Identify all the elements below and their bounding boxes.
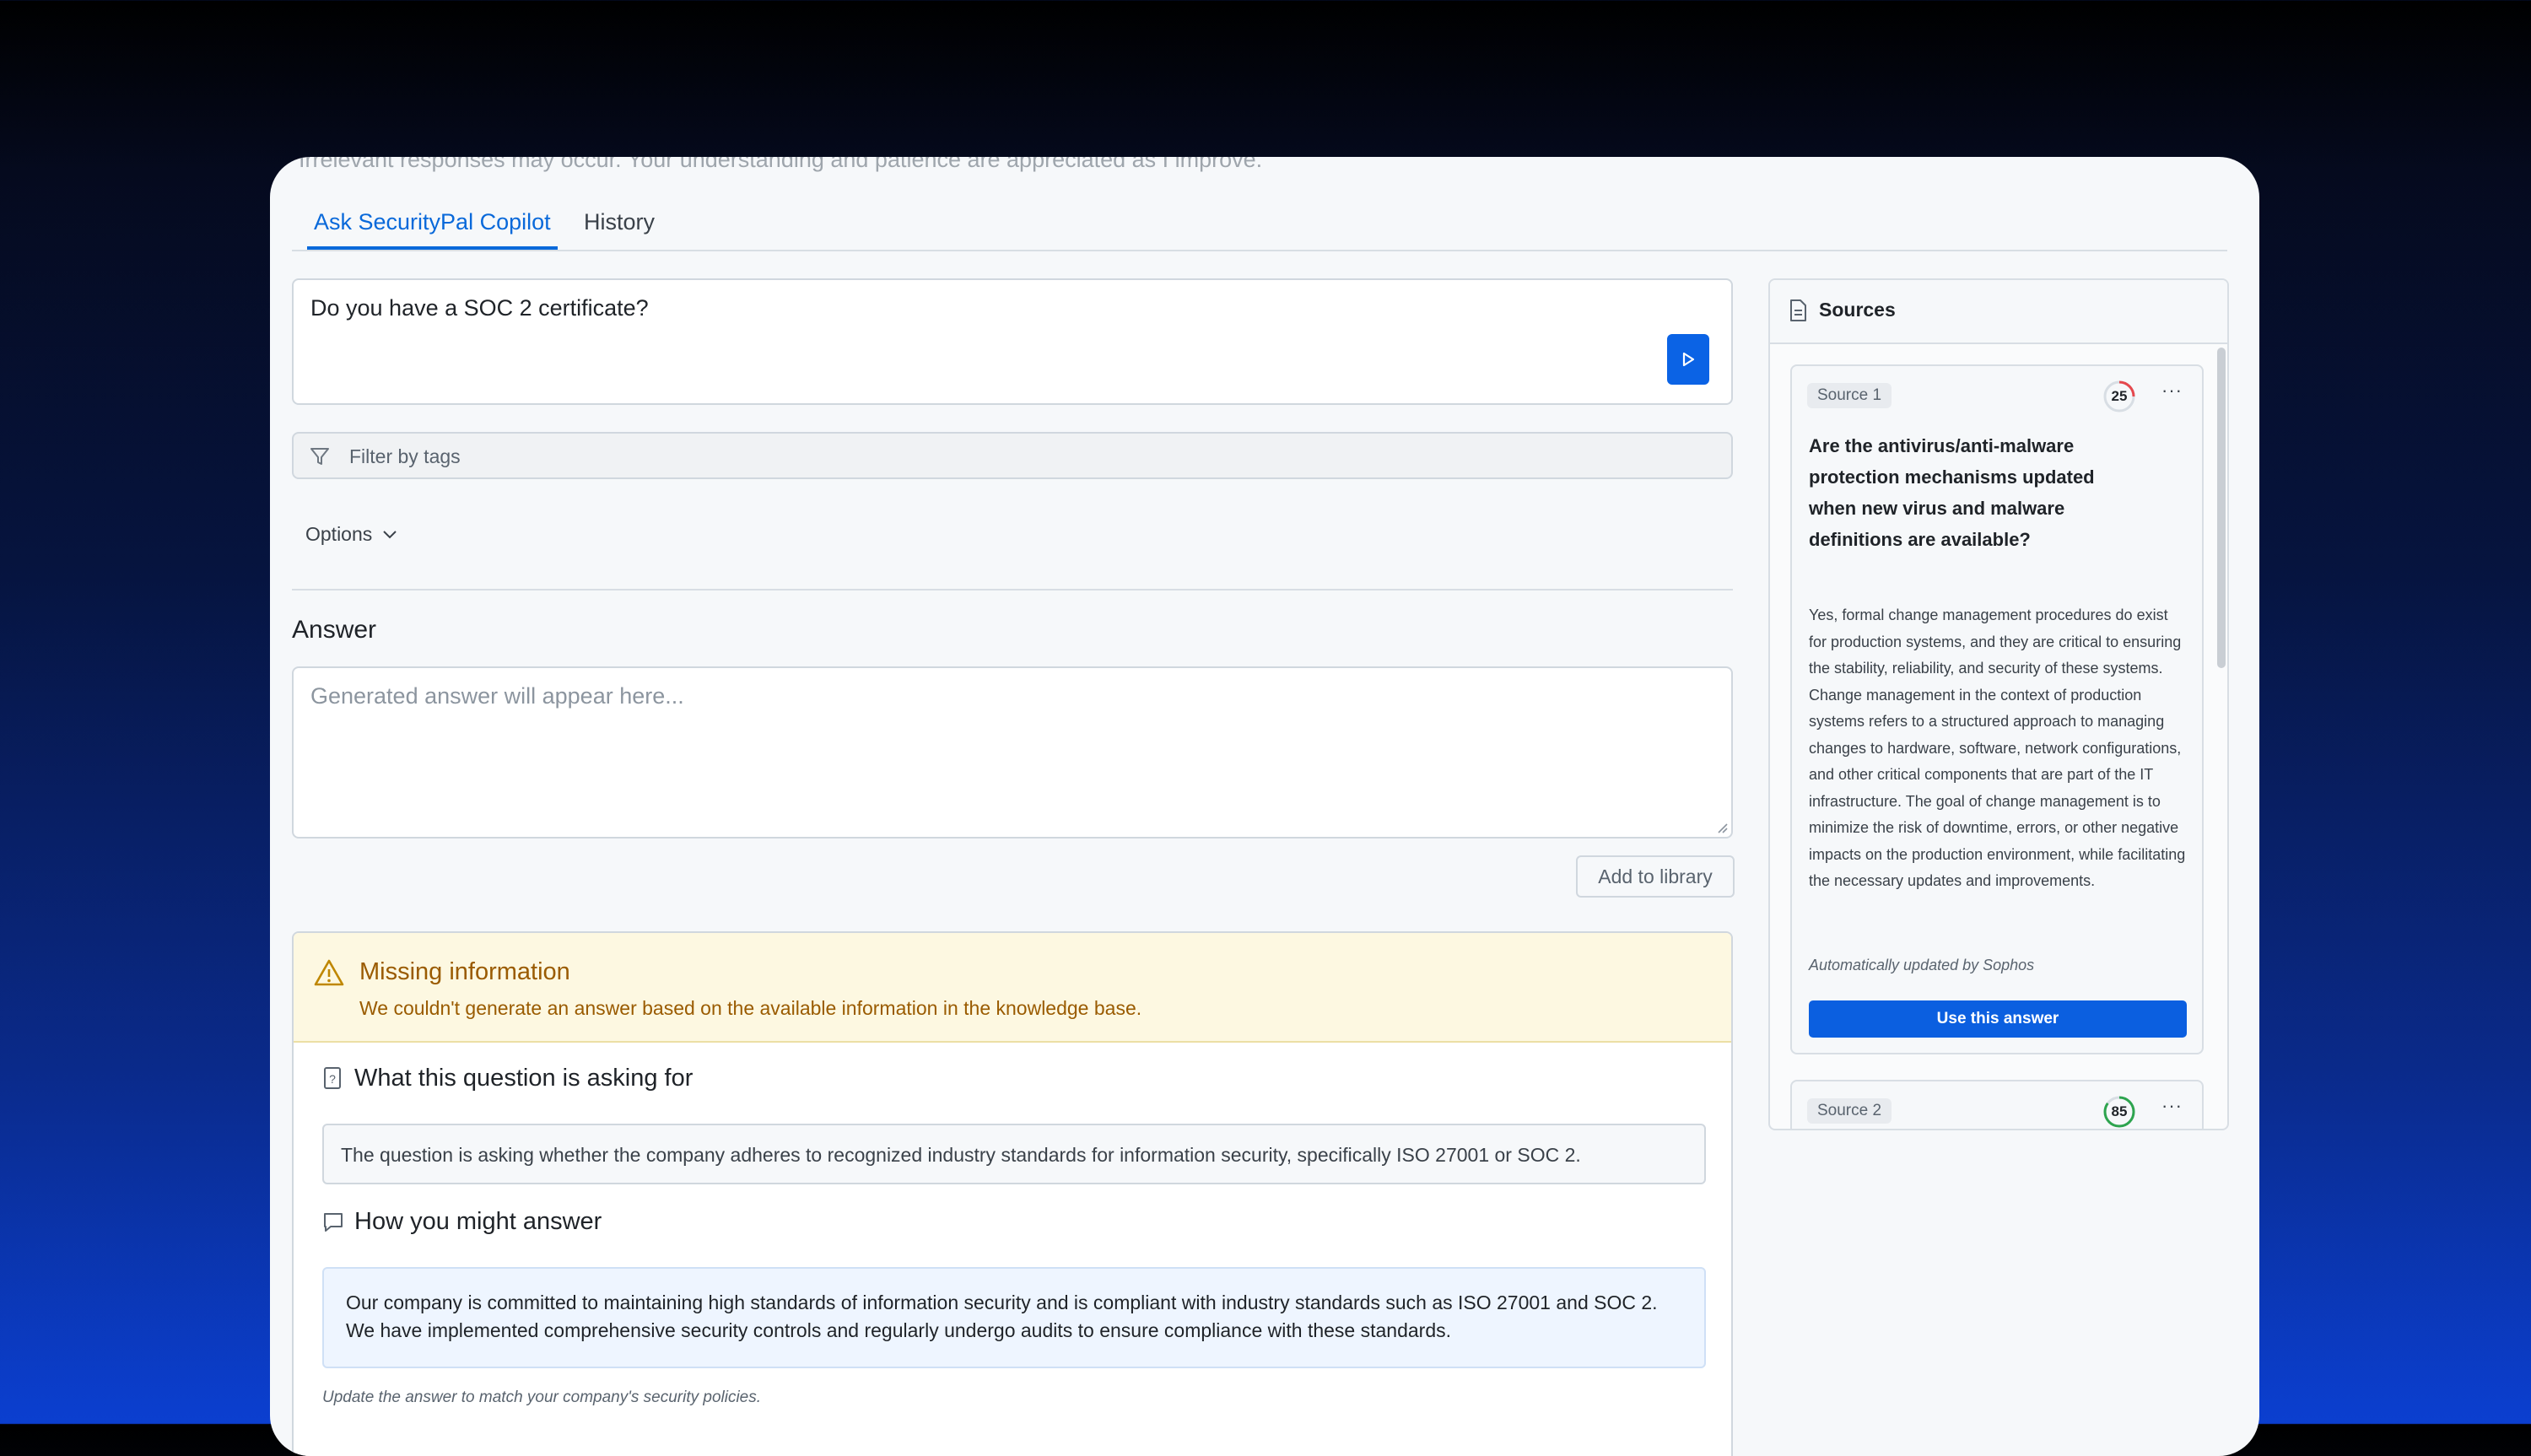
question-text[interactable]: Do you have a SOC 2 certificate? [310,295,649,321]
send-icon [1682,352,1695,367]
asking-heading: What this question is asking for [354,1065,693,1092]
tab-history[interactable]: History [577,201,661,246]
source-card: Source 1 25 ··· Are the antivirus/anti-m… [1790,364,2204,1054]
source-label: Source 1 [1807,383,1892,408]
filter-icon [309,445,331,472]
question-input[interactable]: Do you have a SOC 2 certificate? [292,278,1733,405]
how-text: Our company is committed to maintaining … [322,1267,1706,1368]
missing-info-title: Missing information [359,958,570,985]
asking-box: The question is asking whether the compa… [322,1124,1706,1184]
score-ring: 25 [2102,380,2136,413]
more-options-icon[interactable]: ··· [2161,381,2183,400]
comment-icon [324,1213,343,1232]
asking-text: The question is asking whether the compa… [341,1144,1581,1166]
disclaimer-text: Irrelevant responses may occur. Your und… [299,157,1263,172]
sources-panel: Sources Source 1 25 ··· Are the antiviru… [1768,278,2229,1130]
filter-placeholder: Filter by tags [349,445,461,467]
score-value: 85 [2111,1103,2128,1119]
svg-text:?: ? [329,1072,336,1086]
divider [292,589,1733,590]
answer-textarea[interactable]: Generated answer will appear here... [292,666,1733,839]
options-toggle[interactable]: Options [305,523,397,546]
document-question-icon: ? [324,1067,341,1089]
add-to-library-button[interactable]: Add to library [1576,855,1735,898]
missing-info-card: Missing information We couldn't generate… [292,931,1733,1456]
sources-title: Sources [1819,299,1896,321]
chevron-down-icon [383,530,397,538]
source-card: Source 2 85 ··· [1790,1080,2204,1129]
options-label: Options [305,523,373,545]
source-label: Source 2 [1807,1098,1892,1124]
sources-scrollbar[interactable] [2217,348,2226,668]
copilot-panel: Irrelevant responses may occur. Your und… [270,157,2259,1456]
hint-text: Update the answer to match your company'… [322,1389,762,1406]
source-auto-updated: Automatically updated by Sophos [1809,957,2035,973]
use-this-answer-button[interactable]: Use this answer [1809,1000,2187,1038]
send-button[interactable] [1667,334,1709,385]
tab-bar: Ask SecurityPal Copilot History [292,201,2227,251]
more-options-icon[interactable]: ··· [2161,1097,2183,1115]
tab-ask-copilot[interactable]: Ask SecurityPal Copilot [307,201,558,250]
document-icon [1790,299,1806,321]
how-heading: How you might answer [354,1208,602,1235]
answer-placeholder: Generated answer will appear here... [310,683,684,709]
source-answer: Yes, formal change management procedures… [1809,607,2186,889]
answer-heading: Answer [292,616,377,644]
score-ring: 85 [2102,1095,2136,1129]
score-value: 25 [2111,388,2128,404]
sources-header: Sources [1770,280,2227,344]
warning-icon [314,959,344,986]
missing-info-description: We couldn't generate an answer based on … [359,997,1142,1019]
source-question: Are the antivirus/anti-malware protectio… [1809,435,2095,550]
missing-info-banner: Missing information We couldn't generate… [294,933,1731,1043]
tag-filter-input[interactable]: Filter by tags [292,432,1733,479]
resize-handle-icon[interactable] [1714,820,1728,833]
